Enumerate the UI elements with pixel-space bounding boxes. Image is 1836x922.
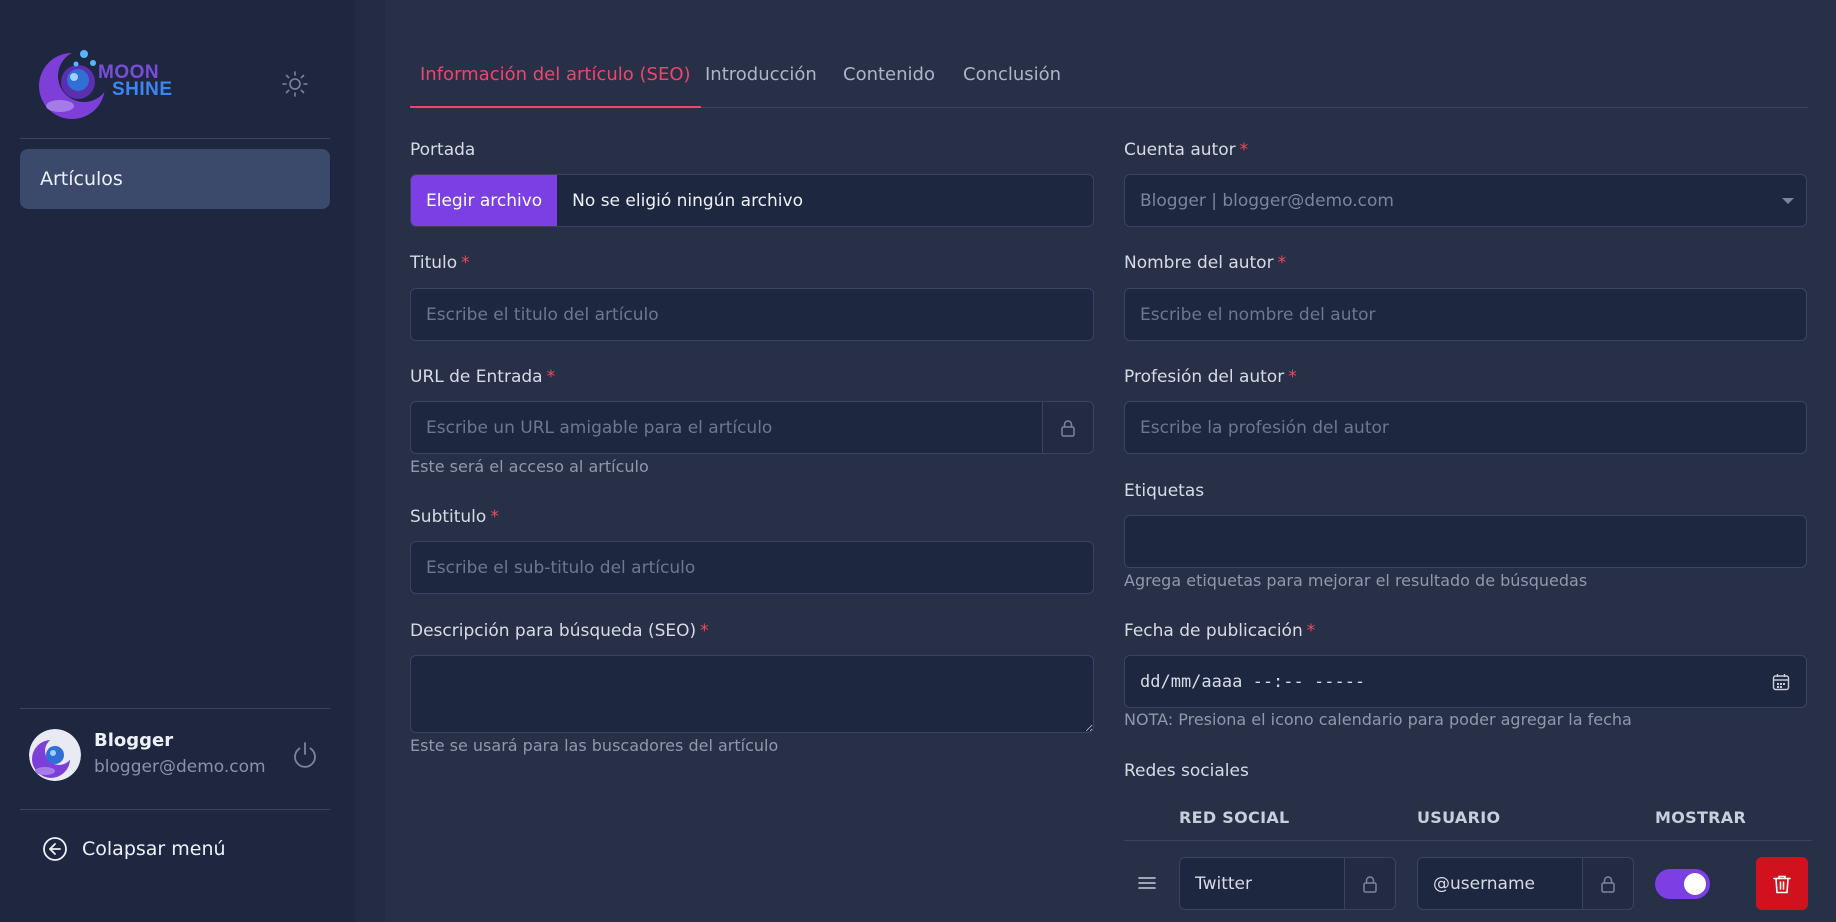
sidebar-divider <box>20 138 330 139</box>
publish-date-label: Fecha de publicación * <box>1124 621 1315 641</box>
subtitle-label-text: Subtitulo <box>410 507 487 527</box>
required-mark: * <box>1306 621 1316 641</box>
chevron-down-icon <box>1782 198 1794 204</box>
calendar-icon[interactable] <box>1772 673 1790 691</box>
user-name: Blogger <box>94 730 174 751</box>
sidebar-divider <box>20 809 330 810</box>
author-name-input[interactable] <box>1124 288 1807 341</box>
cover-label-text: Portada <box>410 140 476 160</box>
tab-introduction[interactable]: Introducción <box>695 62 827 108</box>
seo-description-textarea[interactable] <box>410 655 1094 733</box>
social-network-input[interactable]: Twitter <box>1179 857 1345 910</box>
required-mark: * <box>546 367 556 387</box>
required-mark: * <box>1277 253 1287 273</box>
column-header-user: USUARIO <box>1417 808 1501 827</box>
collapse-menu-button[interactable]: Colapsar menú <box>42 836 226 862</box>
file-status: No se eligió ningún archivo <box>572 190 803 211</box>
social-username-value: @username <box>1433 873 1535 894</box>
avatar-mascot-icon <box>29 729 81 781</box>
content-gutter <box>355 0 385 922</box>
url-label-text: URL de Entrada <box>410 367 543 387</box>
url-label: URL de Entrada * <box>410 367 555 387</box>
social-networks-label-text: Redes sociales <box>1124 761 1249 781</box>
seo-description-label-text: Descripción para búsqueda (SEO) <box>410 621 697 641</box>
tab-bar: Información del artículo (SEO) Introducc… <box>410 62 1808 108</box>
author-profession-label: Profesión del autor * <box>1124 367 1297 387</box>
collapse-menu-label: Colapsar menú <box>82 838 226 860</box>
required-mark: * <box>490 507 499 527</box>
show-toggle[interactable] <box>1655 869 1710 899</box>
social-networks-label: Redes sociales <box>1124 761 1249 781</box>
logo-wordmark: MOON SHINE <box>98 63 173 100</box>
subtitle-input[interactable] <box>410 541 1094 594</box>
sidebar-divider <box>20 708 330 709</box>
sidebar-item-articulos[interactable]: Artículos <box>20 149 330 209</box>
publish-date-help-text: NOTA: Presiona el icono calendario para … <box>1124 710 1632 729</box>
sun-icon <box>282 71 308 97</box>
choose-file-button[interactable]: Elegir archivo <box>411 175 558 226</box>
delete-row-button[interactable] <box>1756 857 1808 910</box>
author-profession-label-text: Profesión del autor <box>1124 367 1285 387</box>
network-lock-button[interactable] <box>1344 857 1396 910</box>
lock-icon <box>1363 875 1377 893</box>
cover-label: Portada <box>410 140 475 160</box>
logout-button[interactable] <box>290 740 320 770</box>
username-lock-button[interactable] <box>1582 857 1634 910</box>
author-account-value: Blogger | blogger@demo.com <box>1140 190 1394 211</box>
theme-toggle-button[interactable] <box>281 70 309 98</box>
subtitle-label: Subtitulo * <box>410 507 499 527</box>
author-name-label: Nombre del autor * <box>1124 253 1286 273</box>
lock-icon <box>1061 419 1075 437</box>
sidebar-item-label: Artículos <box>40 168 123 190</box>
url-input[interactable] <box>410 401 1043 454</box>
title-label: Titulo * <box>410 253 470 273</box>
title-input[interactable] <box>410 288 1094 341</box>
toggle-knob <box>1684 873 1706 895</box>
seo-description-label: Descripción para búsqueda (SEO) * <box>410 621 709 641</box>
power-icon <box>294 742 316 768</box>
required-mark: * <box>1239 140 1249 160</box>
title-label-text: Titulo <box>410 253 458 273</box>
url-help-text: Este será el acceso al artículo <box>410 457 649 476</box>
logo-text-shine: SHINE <box>112 79 173 100</box>
social-username-input[interactable]: @username <box>1417 857 1583 910</box>
seo-description-help-text: Este se usará para las buscadores del ar… <box>410 736 779 755</box>
required-mark: * <box>700 621 709 641</box>
tab-conclusion[interactable]: Conclusión <box>953 62 1071 108</box>
arrow-left-circle-icon <box>43 837 67 861</box>
moonshine-logo[interactable]: MOON SHINE <box>38 46 208 120</box>
tags-label: Etiquetas <box>1124 481 1204 501</box>
user-email: blogger@demo.com <box>94 757 266 777</box>
trash-icon <box>1773 875 1791 893</box>
publish-date-label-text: Fecha de publicación <box>1124 621 1303 641</box>
tags-input[interactable] <box>1124 515 1807 568</box>
author-profession-input[interactable] <box>1124 401 1807 454</box>
url-lock-button[interactable] <box>1042 401 1094 454</box>
author-name-label-text: Nombre del autor <box>1124 253 1274 273</box>
tags-help-text: Agrega etiquetas para mejorar el resulta… <box>1124 571 1588 590</box>
avatar <box>29 729 81 781</box>
required-mark: * <box>1288 367 1297 387</box>
required-mark: * <box>461 253 470 273</box>
tab-content[interactable]: Contenido <box>833 62 945 108</box>
author-account-select[interactable]: Blogger | blogger@demo.com <box>1124 174 1807 227</box>
publish-date-input[interactable]: dd/mm/aaaa --:-- ----- <box>1124 655 1807 708</box>
author-account-label-text: Cuenta autor <box>1124 140 1236 160</box>
social-network-value: Twitter <box>1195 873 1252 894</box>
author-account-label: Cuenta autor * <box>1124 140 1248 160</box>
column-header-show: MOSTRAR <box>1655 808 1747 827</box>
sidebar: MOON SHINE Artículos Blogger blogger@dem… <box>0 0 355 922</box>
lock-icon <box>1601 875 1615 893</box>
tags-label-text: Etiquetas <box>1124 481 1205 501</box>
cover-file-input[interactable]: Elegir archivo No se eligió ningún archi… <box>410 174 1094 227</box>
table-header-divider <box>1124 840 1812 841</box>
publish-date-value: dd/mm/aaaa --:-- ----- <box>1140 671 1366 692</box>
drag-handle-icon[interactable] <box>1137 873 1157 893</box>
tab-seo-info[interactable]: Información del artículo (SEO) <box>410 62 701 108</box>
column-header-network: RED SOCIAL <box>1179 808 1290 827</box>
